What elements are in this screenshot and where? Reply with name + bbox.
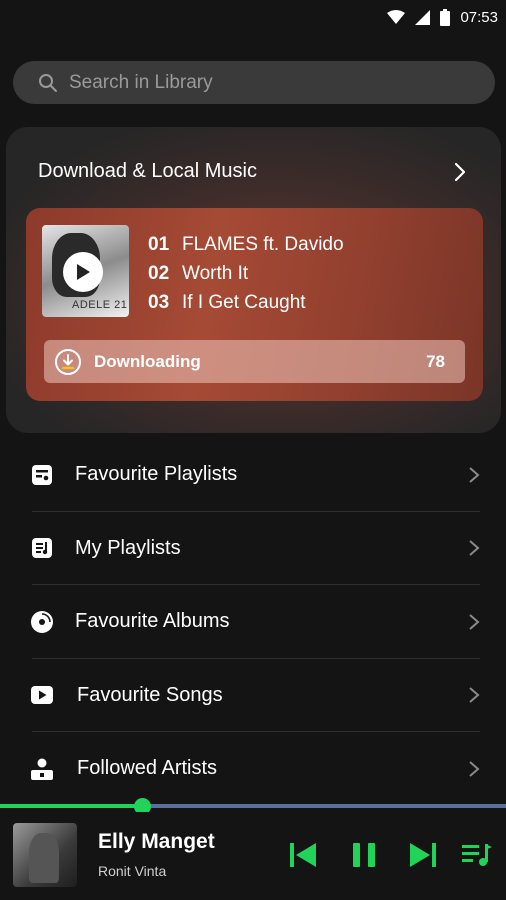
track-row[interactable]: 03 If I Get Caught [148,288,344,317]
track-title: Worth It [182,262,249,284]
playback-progress[interactable] [0,798,506,815]
artist-icon [31,758,53,780]
menu-item-label: Favourite Playlists [75,463,238,486]
next-icon[interactable] [408,840,438,870]
menu-item-favourite-playlists[interactable]: Favourite Playlists [0,438,506,512]
download-card-title: Download & Local Music [38,160,257,182]
music-list-icon [32,538,52,559]
album-cover-text: ADELE 21 [72,299,128,311]
previous-icon[interactable] [288,840,318,870]
pause-icon[interactable] [350,840,378,870]
now-playing-artist: Ronit Vinta [98,863,167,879]
chevron-right-icon[interactable] [451,162,469,182]
track-number: 03 [148,291,170,313]
chevron-right-icon [469,613,480,630]
status-bar: 07:53 [0,0,506,34]
play-icon[interactable] [63,252,103,292]
chevron-right-icon [469,760,480,777]
track-number: 02 [148,262,170,284]
download-panel: ADELE 21 01 FLAMES ft. Davido 02 Worth I… [26,208,483,401]
album-cover[interactable]: ADELE 21 [42,225,129,317]
download-count: 78 [426,351,445,371]
track-list: 01 FLAMES ft. Davido 02 Worth It 03 If I… [148,230,344,317]
album-disc-icon [31,610,53,633]
status-time: 07:53 [460,8,498,26]
download-local-music-card[interactable]: Download & Local Music ADELE 21 01 FLAME… [6,127,501,433]
library-menu: Favourite Playlists My Playlists Favouri… [0,438,506,806]
menu-item-label: Favourite Albums [75,610,230,633]
menu-item-my-playlists[interactable]: My Playlists [0,512,506,585]
search-bar[interactable]: Search in Library [13,61,495,104]
play-box-icon [31,686,53,705]
track-number: 01 [148,233,170,255]
wifi-icon [387,10,406,24]
chevron-right-icon [469,540,480,557]
chevron-right-icon [469,687,480,704]
menu-item-followed-artists[interactable]: Followed Artists [0,732,506,806]
search-icon [37,72,59,94]
menu-item-label: My Playlists [75,536,181,559]
menu-item-favourite-songs[interactable]: Favourite Songs [0,659,506,732]
playlist-card-icon [32,464,52,485]
track-title: FLAMES ft. Davido [182,233,344,255]
signal-icon [415,9,431,25]
battery-icon [440,8,451,26]
search-placeholder: Search in Library [69,71,213,93]
menu-item-favourite-albums[interactable]: Favourite Albums [0,585,506,659]
progress-fill [0,804,142,808]
chevron-right-icon [469,466,480,483]
menu-item-label: Favourite Songs [77,683,223,706]
menu-item-label: Followed Artists [77,757,218,780]
queue-icon[interactable] [461,840,493,870]
track-row[interactable]: 01 FLAMES ft. Davido [148,230,344,259]
downloading-bar[interactable]: Downloading 78 [44,340,465,383]
now-playing-artwork[interactable] [13,823,77,887]
artwork-figure [29,833,59,883]
track-row[interactable]: 02 Worth It [148,259,344,288]
downloading-label: Downloading [94,351,201,371]
download-icon [55,348,81,375]
now-playing-title: Elly Manget [98,830,215,853]
mini-player[interactable]: Elly Manget Ronit Vinta [0,812,506,900]
track-title: If I Get Caught [182,291,306,313]
